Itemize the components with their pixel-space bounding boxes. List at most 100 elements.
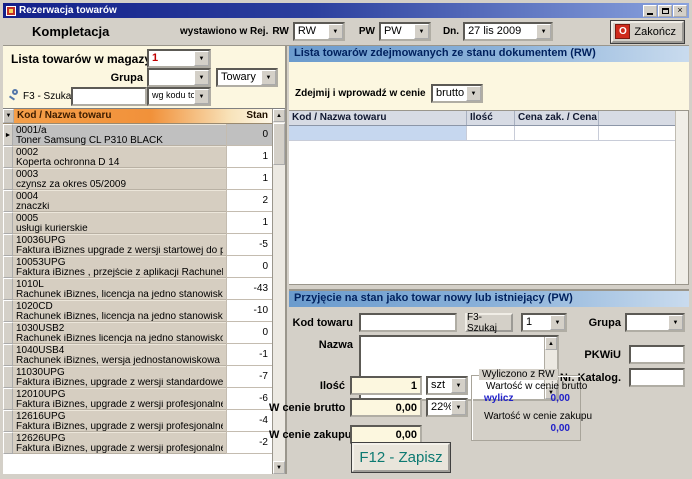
product-cell[interactable]: 1030USB2Rachunek iBiznes licencja na jed…	[13, 322, 226, 344]
price-mode-select[interactable]: brutto ▼	[431, 84, 483, 103]
unit-select[interactable]: szt ▼	[426, 376, 468, 395]
scroll-up-button[interactable]: ▲	[545, 337, 557, 350]
table-row[interactable]: 1030USB2Rachunek iBiznes licencja na jed…	[3, 322, 272, 344]
search-input[interactable]	[71, 87, 147, 106]
rw-scrollbar[interactable]	[675, 111, 688, 284]
search-mode-select[interactable]: wg kodu towaru ▼	[147, 87, 211, 106]
chevron-down-icon[interactable]: ▼	[536, 24, 551, 39]
product-cell[interactable]: 10053UPGFaktura iBiznes , przejście z ap…	[13, 256, 226, 278]
table-row[interactable]: 0002Koperta ochronna D 141	[3, 146, 272, 168]
product-cell[interactable]: 0004znaczki	[13, 190, 226, 212]
product-cell[interactable]: 12010UPGFaktura iBiznes, upgrade z wersj…	[13, 388, 226, 410]
close-button[interactable]: ×	[673, 5, 687, 17]
f3-szukaj-button[interactable]: F3-Szukaj	[465, 313, 513, 332]
row-selector[interactable]	[3, 300, 13, 322]
product-cell[interactable]: 1020CDRachunek iBiznes, licencja na jedn…	[13, 300, 226, 322]
row-selector[interactable]	[3, 212, 13, 234]
row-selector[interactable]	[3, 234, 13, 256]
product-cell[interactable]: 11030UPGFaktura iBiznes, upgrade z wersj…	[13, 366, 226, 388]
row-selector[interactable]	[3, 344, 13, 366]
product-cell[interactable]: 12616UPGFaktura iBiznes, upgrade z wersj…	[13, 410, 226, 432]
brutto-input[interactable]	[350, 398, 422, 417]
row-selector[interactable]	[3, 410, 13, 432]
item-type-select[interactable]: Towary ▼	[216, 68, 278, 87]
row-selector[interactable]	[3, 190, 13, 212]
rw-cell-extra[interactable]	[599, 126, 675, 140]
table-row[interactable]: 1010LRachunek iBiznes, licencja na jedno…	[3, 278, 272, 300]
product-scrollbar[interactable]: ▲ ▼	[272, 109, 285, 474]
table-row[interactable]: 1020CDRachunek iBiznes, licencja na jedn…	[3, 300, 272, 322]
save-button[interactable]: F12 - Zapisz	[352, 443, 450, 472]
table-row[interactable]: 0004znaczki2	[3, 190, 272, 212]
table-row[interactable]: 10036UPGFaktura iBiznes upgrade z wersji…	[3, 234, 272, 256]
product-stan: 1	[226, 168, 272, 190]
rw-col-name[interactable]: Kod / Nazwa towaru	[289, 111, 467, 125]
chevron-down-icon[interactable]: ▼	[261, 70, 276, 85]
table-row[interactable]: 12616UPGFaktura iBiznes, upgrade z wersj…	[3, 410, 272, 432]
wylicz-link[interactable]: wylicz	[484, 393, 513, 404]
chevron-down-icon[interactable]: ▼	[194, 89, 209, 104]
chevron-down-icon[interactable]: ▼	[451, 378, 466, 393]
row-selector[interactable]	[3, 278, 13, 300]
product-cell[interactable]: 0001/aToner Samsung CL P310 BLACK	[13, 124, 226, 146]
kod-towaru-input[interactable]	[359, 313, 457, 332]
zakupu-input[interactable]	[350, 425, 422, 444]
scroll-thumb[interactable]	[273, 123, 285, 165]
product-cell[interactable]: 1040USB4Rachunek iBiznes, wersja jednost…	[13, 344, 226, 366]
ilosc-input[interactable]	[350, 376, 422, 395]
table-row[interactable]: 0003czynsz za okres 05/20091	[3, 168, 272, 190]
chevron-down-icon[interactable]: ▼	[194, 51, 209, 66]
table-row[interactable]: 10053UPGFaktura iBiznes , przejście z ap…	[3, 256, 272, 278]
row-selector[interactable]	[3, 432, 13, 454]
pkwiu-input[interactable]	[629, 345, 685, 364]
column-header-stan[interactable]: Stan	[226, 109, 272, 123]
rw-register-select[interactable]: RW ▼	[293, 22, 345, 41]
chevron-down-icon[interactable]: ▼	[328, 24, 343, 39]
table-row[interactable]: 12010UPGFaktura iBiznes, upgrade z wersj…	[3, 388, 272, 410]
product-cell[interactable]: 10036UPGFaktura iBiznes upgrade z wersji…	[13, 234, 226, 256]
table-row[interactable]: 12626UPGFaktura iBiznes, upgrade z wersj…	[3, 432, 272, 454]
katalog-input[interactable]	[629, 368, 685, 387]
row-selector[interactable]	[3, 168, 13, 190]
group-select[interactable]: ▼	[147, 68, 211, 87]
chevron-down-icon[interactable]: ▼	[414, 24, 429, 39]
rw-col-price[interactable]: Cena zak. / Cena sp.	[515, 111, 599, 125]
row-selector[interactable]	[3, 388, 13, 410]
vat-select[interactable]: 22% ▼	[426, 398, 468, 417]
rw-cell-name[interactable]	[289, 126, 467, 140]
product-cell[interactable]: 0005usługi kurierskie	[13, 212, 226, 234]
grupa-select[interactable]: ▼	[625, 313, 685, 332]
row-selector[interactable]: ►	[3, 124, 13, 146]
maximize-button[interactable]	[658, 5, 672, 17]
rw-col-qty[interactable]: Ilość	[467, 111, 515, 125]
product-cell[interactable]: 0003czynsz za okres 05/2009	[13, 168, 226, 190]
minimize-button[interactable]	[643, 5, 657, 17]
table-row[interactable]: 11030UPGFaktura iBiznes, upgrade z wersj…	[3, 366, 272, 388]
product-cell[interactable]: 1010LRachunek iBiznes, licencja na jedno…	[13, 278, 226, 300]
rw-cell-price[interactable]	[515, 126, 599, 140]
date-picker[interactable]: 27 lis 2009 ▼	[463, 22, 553, 41]
table-row[interactable]: ►0001/aToner Samsung CL P310 BLACK0	[3, 124, 272, 146]
grid-filter-button[interactable]: ▼	[3, 109, 14, 123]
scroll-up-button[interactable]: ▲	[273, 109, 285, 122]
row-selector[interactable]	[3, 322, 13, 344]
end-button[interactable]: O Zakończ	[611, 21, 684, 43]
row-selector[interactable]	[3, 256, 13, 278]
chevron-down-icon[interactable]: ▼	[466, 86, 481, 101]
rw-empty-row[interactable]	[289, 126, 688, 141]
row-selector[interactable]	[3, 366, 13, 388]
chevron-down-icon[interactable]: ▼	[668, 315, 683, 330]
product-cell[interactable]: 12626UPGFaktura iBiznes, upgrade z wersj…	[13, 432, 226, 454]
row-selector[interactable]	[3, 146, 13, 168]
warehouse-select[interactable]: 1 ▼	[147, 49, 211, 68]
table-row[interactable]: 0005usługi kurierskie1	[3, 212, 272, 234]
pw-register-select[interactable]: PW ▼	[379, 22, 431, 41]
chevron-down-icon[interactable]: ▼	[194, 70, 209, 85]
rw-col-extra[interactable]	[599, 111, 675, 125]
rw-cell-qty[interactable]	[467, 126, 515, 140]
table-row[interactable]: 1040USB4Rachunek iBiznes, wersja jednost…	[3, 344, 272, 366]
column-header-name[interactable]: Kod / Nazwa towaru	[14, 109, 226, 123]
scroll-down-button[interactable]: ▼	[273, 461, 285, 474]
product-cell[interactable]: 0002Koperta ochronna D 14	[13, 146, 226, 168]
chevron-down-icon[interactable]: ▼	[451, 400, 466, 415]
